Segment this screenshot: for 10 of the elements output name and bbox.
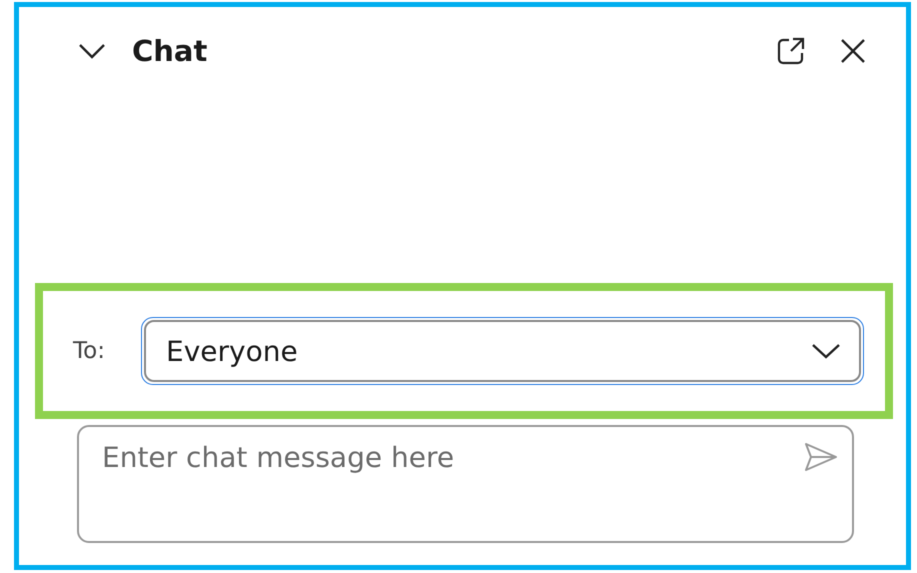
message-field[interactable]: Enter chat message here (77, 425, 854, 543)
chevron-down-icon (78, 43, 106, 59)
panel-title: Chat (132, 34, 208, 68)
close-button[interactable] (840, 38, 866, 64)
close-icon (840, 38, 866, 64)
recipient-dropdown[interactable]: Everyone (141, 317, 864, 385)
recipient-label: To: (73, 338, 106, 364)
send-icon[interactable] (804, 441, 838, 473)
chevron-down-icon (811, 343, 841, 359)
pop-out-icon (776, 36, 806, 66)
